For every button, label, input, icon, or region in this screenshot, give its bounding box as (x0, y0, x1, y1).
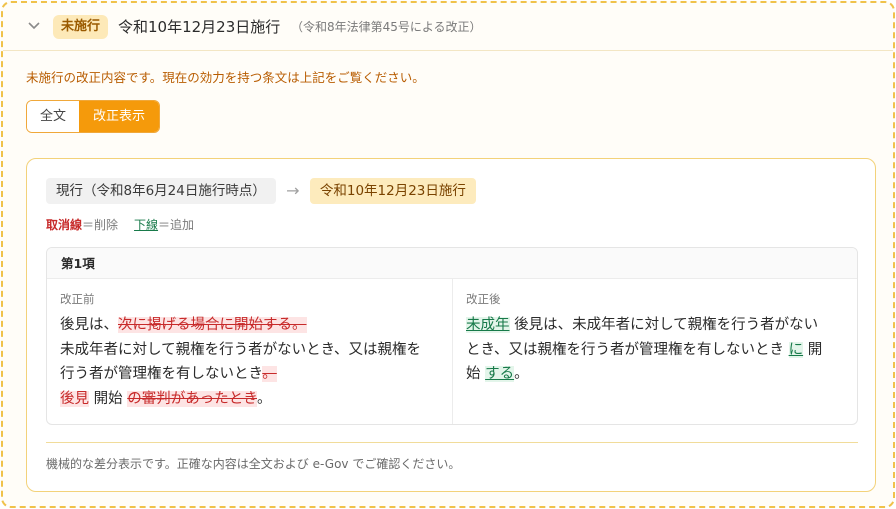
after-text-segment: 開 (807, 341, 823, 358)
deleted-text: の審判があったとき (127, 390, 257, 407)
diff-legend: 取消線 ＝削除 下線 ＝追加 (46, 217, 194, 233)
legend-added-meaning: ＝追加 (158, 218, 195, 232)
view-toggle: 全文 改正表示 (26, 100, 160, 133)
amendment-title: 令和10年12月23日施行 (118, 18, 281, 36)
after-text-segment: 後見は、未成年者に対して親権を行う者がない (514, 317, 819, 333)
status-badge: 未施行 (53, 15, 109, 39)
after-text-segment: とき、又は親権を行う者が管理権を有しないとき (466, 341, 784, 358)
deleted-text: 。 (262, 366, 277, 382)
diff-card: 現行（令和8年6月24日施行時点） → 令和10年12月23日施行 取消線 ＝削… (26, 158, 876, 492)
amendment-header[interactable]: 未施行 令和10年12月23日施行 （令和8年法律第45号による改正） (3, 3, 893, 51)
full-text-button[interactable]: 全文 (27, 101, 79, 132)
legend-deleted-meaning: ＝削除 (82, 218, 119, 232)
before-text-segment: 開始 (93, 390, 123, 407)
current-version-badge: 現行（令和8年6月24日施行時点） (46, 178, 276, 204)
new-version-badge: 令和10年12月23日施行 (309, 178, 476, 204)
disclaimer-text: 機械的な差分表示です。正確な内容は全文および e-Gov でご確認ください。 (46, 457, 461, 471)
after-column: 改正後 未成年 後見は、未成年者に対して親権を行う者がない とき、又は親権を行う… (452, 279, 857, 424)
after-text-segment: 始 (466, 366, 481, 382)
divider (46, 442, 858, 443)
deleted-text: 後見 (60, 390, 89, 407)
legend-deleted-word: 取消線 (46, 218, 83, 232)
paragraph-title: 第1項 (47, 248, 857, 279)
before-text: 後見は、次に掲げる場合に開始する。 未成年者に対して親権を行う者がないとき、又は… (60, 313, 440, 411)
chevron-down-icon[interactable] (25, 17, 43, 35)
diff-view-button[interactable]: 改正表示 (79, 101, 159, 132)
before-column: 改正前 後見は、次に掲げる場合に開始する。 未成年者に対して親権を行う者がないと… (47, 279, 452, 424)
before-text-segment: 未成年者に対して親権を行う者がないとき、又は親権を (60, 341, 422, 358)
added-text: に (788, 341, 804, 358)
before-text-segment: 。 (257, 390, 272, 407)
after-text: 未成年 後見は、未成年者に対して親権を行う者がない とき、又は親権を行う者が管理… (466, 313, 845, 387)
added-text: する (485, 366, 515, 382)
arrow-right-icon: → (286, 181, 300, 200)
before-text-segment: 行う者が管理権を有しないとき (60, 366, 263, 382)
before-text-segment: 後見は、 (60, 317, 118, 333)
deleted-text: 次に掲げる場合に開始する。 (118, 317, 307, 333)
before-label: 改正前 (60, 292, 95, 306)
paragraph-diff: 第1項 改正前 後見は、次に掲げる場合に開始する。 未成年者に対して親権を行う者… (46, 247, 858, 425)
amendment-law-note: （令和8年法律第45号による改正） (291, 20, 482, 34)
after-label: 改正後 (466, 292, 501, 306)
legend-added-word: 下線 (134, 218, 159, 232)
added-text: 未成年 (466, 317, 510, 333)
version-comparison: 現行（令和8年6月24日施行時点） → 令和10年12月23日施行 (46, 178, 476, 204)
notice-text: 未施行の改正内容です。現在の効力を持つ条文は上記をご覧ください。 (26, 70, 425, 85)
amendment-panel: 未施行 令和10年12月23日施行 （令和8年法律第45号による改正） 未施行の… (1, 1, 895, 508)
after-text-segment: 。 (514, 366, 529, 382)
